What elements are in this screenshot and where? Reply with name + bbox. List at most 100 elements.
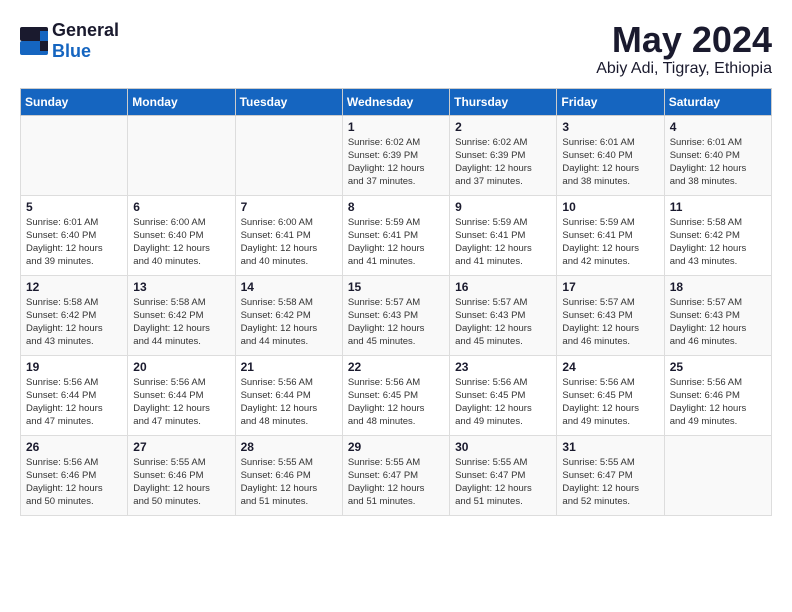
- calendar-table: SundayMondayTuesdayWednesdayThursdayFrid…: [20, 88, 772, 516]
- day-info: Sunrise: 5:58 AM Sunset: 6:42 PM Dayligh…: [670, 216, 766, 269]
- calendar-cell: 23 Sunrise: 5:56 AM Sunset: 6:45 PM Dayli…: [450, 355, 557, 435]
- calendar-cell: 11 Sunrise: 5:58 AM Sunset: 6:42 PM Dayli…: [664, 195, 771, 275]
- day-number: 31: [562, 440, 658, 454]
- day-number: 14: [241, 280, 337, 294]
- calendar-cell: 30 Sunrise: 5:55 AM Sunset: 6:47 PM Dayli…: [450, 435, 557, 515]
- day-info: Sunrise: 6:01 AM Sunset: 6:40 PM Dayligh…: [562, 136, 658, 189]
- day-number: 30: [455, 440, 551, 454]
- day-info: Sunrise: 5:58 AM Sunset: 6:42 PM Dayligh…: [241, 296, 337, 349]
- weekday-header: Saturday: [664, 88, 771, 115]
- calendar-cell: 27 Sunrise: 5:55 AM Sunset: 6:46 PM Dayli…: [128, 435, 235, 515]
- day-info: Sunrise: 5:59 AM Sunset: 6:41 PM Dayligh…: [348, 216, 444, 269]
- day-info: Sunrise: 5:56 AM Sunset: 6:45 PM Dayligh…: [348, 376, 444, 429]
- calendar-cell: 6Sunrise: 6:00 AM Sunset: 6:40 PM Daylig…: [128, 195, 235, 275]
- calendar-cell: 9 Sunrise: 5:59 AM Sunset: 6:41 PM Daylig…: [450, 195, 557, 275]
- calendar-cell: 25 Sunrise: 5:56 AM Sunset: 6:46 PM Dayli…: [664, 355, 771, 435]
- calendar-cell: 26Sunrise: 5:56 AM Sunset: 6:46 PM Dayli…: [21, 435, 128, 515]
- day-number: 23: [455, 360, 551, 374]
- day-info: Sunrise: 5:55 AM Sunset: 6:47 PM Dayligh…: [348, 456, 444, 509]
- day-number: 22: [348, 360, 444, 374]
- calendar-week-row: 12 Sunrise: 5:58 AM Sunset: 6:42 PM Dayli…: [21, 275, 772, 355]
- calendar-cell: 4Sunrise: 6:01 AM Sunset: 6:40 PM Daylig…: [664, 115, 771, 195]
- day-number: 7: [241, 200, 337, 214]
- day-info: Sunrise: 6:02 AM Sunset: 6:39 PM Dayligh…: [455, 136, 551, 189]
- day-info: Sunrise: 5:56 AM Sunset: 6:46 PM Dayligh…: [670, 376, 766, 429]
- day-number: 18: [670, 280, 766, 294]
- calendar-cell: 21 Sunrise: 5:56 AM Sunset: 6:44 PM Dayli…: [235, 355, 342, 435]
- calendar-cell: 16 Sunrise: 5:57 AM Sunset: 6:43 PM Dayli…: [450, 275, 557, 355]
- day-info: Sunrise: 5:55 AM Sunset: 6:47 PM Dayligh…: [562, 456, 658, 509]
- day-number: 12: [26, 280, 122, 294]
- title-block: May 2024 Abiy Adi, Tigray, Ethiopia: [596, 20, 772, 78]
- day-number: 19: [26, 360, 122, 374]
- day-number: 17: [562, 280, 658, 294]
- calendar-cell: [128, 115, 235, 195]
- calendar-cell: 7 Sunrise: 6:00 AM Sunset: 6:41 PM Daylig…: [235, 195, 342, 275]
- day-number: 20: [133, 360, 229, 374]
- day-number: 16: [455, 280, 551, 294]
- calendar-week-row: 5Sunrise: 6:01 AM Sunset: 6:40 PM Daylig…: [21, 195, 772, 275]
- weekday-header: Thursday: [450, 88, 557, 115]
- day-info: Sunrise: 6:00 AM Sunset: 6:41 PM Dayligh…: [241, 216, 337, 269]
- location-title: Abiy Adi, Tigray, Ethiopia: [596, 60, 772, 78]
- day-info: Sunrise: 5:56 AM Sunset: 6:44 PM Dayligh…: [241, 376, 337, 429]
- calendar-cell: 8 Sunrise: 5:59 AM Sunset: 6:41 PM Daylig…: [342, 195, 449, 275]
- calendar-week-row: 1Sunrise: 6:02 AM Sunset: 6:39 PM Daylig…: [21, 115, 772, 195]
- day-info: Sunrise: 5:56 AM Sunset: 6:45 PM Dayligh…: [562, 376, 658, 429]
- day-number: 8: [348, 200, 444, 214]
- day-number: 24: [562, 360, 658, 374]
- month-year-title: May 2024: [596, 20, 772, 60]
- day-info: Sunrise: 5:58 AM Sunset: 6:42 PM Dayligh…: [133, 296, 229, 349]
- day-number: 27: [133, 440, 229, 454]
- day-number: 21: [241, 360, 337, 374]
- day-info: Sunrise: 5:59 AM Sunset: 6:41 PM Dayligh…: [455, 216, 551, 269]
- calendar-cell: 10 Sunrise: 5:59 AM Sunset: 6:41 PM Dayli…: [557, 195, 664, 275]
- day-info: Sunrise: 5:55 AM Sunset: 6:47 PM Dayligh…: [455, 456, 551, 509]
- day-info: Sunrise: 5:56 AM Sunset: 6:45 PM Dayligh…: [455, 376, 551, 429]
- day-number: 3: [562, 120, 658, 134]
- calendar-cell: 24 Sunrise: 5:56 AM Sunset: 6:45 PM Dayli…: [557, 355, 664, 435]
- day-info: Sunrise: 5:56 AM Sunset: 6:44 PM Dayligh…: [26, 376, 122, 429]
- logo-blue: Blue: [52, 41, 91, 61]
- calendar-cell: 28 Sunrise: 5:55 AM Sunset: 6:46 PM Dayli…: [235, 435, 342, 515]
- calendar-cell: 31 Sunrise: 5:55 AM Sunset: 6:47 PM Dayli…: [557, 435, 664, 515]
- weekday-header: Tuesday: [235, 88, 342, 115]
- calendar-cell: [235, 115, 342, 195]
- calendar-cell: 2Sunrise: 6:02 AM Sunset: 6:39 PM Daylig…: [450, 115, 557, 195]
- calendar-cell: 5Sunrise: 6:01 AM Sunset: 6:40 PM Daylig…: [21, 195, 128, 275]
- day-info: Sunrise: 5:55 AM Sunset: 6:46 PM Dayligh…: [241, 456, 337, 509]
- day-info: Sunrise: 5:55 AM Sunset: 6:46 PM Dayligh…: [133, 456, 229, 509]
- day-info: Sunrise: 5:56 AM Sunset: 6:46 PM Dayligh…: [26, 456, 122, 509]
- day-info: Sunrise: 6:01 AM Sunset: 6:40 PM Dayligh…: [670, 136, 766, 189]
- calendar-cell: 3 Sunrise: 6:01 AM Sunset: 6:40 PM Daylig…: [557, 115, 664, 195]
- page-header: General Blue May 2024 Abiy Adi, Tigray, …: [20, 20, 772, 78]
- calendar-cell: 15Sunrise: 5:57 AM Sunset: 6:43 PM Dayli…: [342, 275, 449, 355]
- calendar-week-row: 19 Sunrise: 5:56 AM Sunset: 6:44 PM Dayli…: [21, 355, 772, 435]
- day-info: Sunrise: 5:57 AM Sunset: 6:43 PM Dayligh…: [670, 296, 766, 349]
- logo-icon: [20, 27, 48, 55]
- day-info: Sunrise: 5:57 AM Sunset: 6:43 PM Dayligh…: [455, 296, 551, 349]
- calendar-cell: [664, 435, 771, 515]
- calendar-cell: 12Sunrise: 5:58 AM Sunset: 6:42 PM Dayli…: [21, 275, 128, 355]
- calendar-cell: 1Sunrise: 6:02 AM Sunset: 6:39 PM Daylig…: [342, 115, 449, 195]
- weekday-header: Sunday: [21, 88, 128, 115]
- day-number: 10: [562, 200, 658, 214]
- day-number: 15: [348, 280, 444, 294]
- day-number: 28: [241, 440, 337, 454]
- calendar-cell: 22 Sunrise: 5:56 AM Sunset: 6:45 PM Dayli…: [342, 355, 449, 435]
- logo-general: General: [52, 20, 119, 40]
- calendar-cell: 18 Sunrise: 5:57 AM Sunset: 6:43 PM Dayli…: [664, 275, 771, 355]
- day-info: Sunrise: 6:00 AM Sunset: 6:40 PM Dayligh…: [133, 216, 229, 269]
- day-number: 25: [670, 360, 766, 374]
- calendar-cell: 14 Sunrise: 5:58 AM Sunset: 6:42 PM Dayli…: [235, 275, 342, 355]
- calendar-cell: 20Sunrise: 5:56 AM Sunset: 6:44 PM Dayli…: [128, 355, 235, 435]
- calendar-cell: 29 Sunrise: 5:55 AM Sunset: 6:47 PM Dayli…: [342, 435, 449, 515]
- logo: General Blue: [20, 20, 119, 62]
- day-info: Sunrise: 6:02 AM Sunset: 6:39 PM Dayligh…: [348, 136, 444, 189]
- weekday-header: Wednesday: [342, 88, 449, 115]
- day-number: 11: [670, 200, 766, 214]
- calendar-cell: 19 Sunrise: 5:56 AM Sunset: 6:44 PM Dayli…: [21, 355, 128, 435]
- day-info: Sunrise: 5:59 AM Sunset: 6:41 PM Dayligh…: [562, 216, 658, 269]
- day-number: 29: [348, 440, 444, 454]
- day-number: 9: [455, 200, 551, 214]
